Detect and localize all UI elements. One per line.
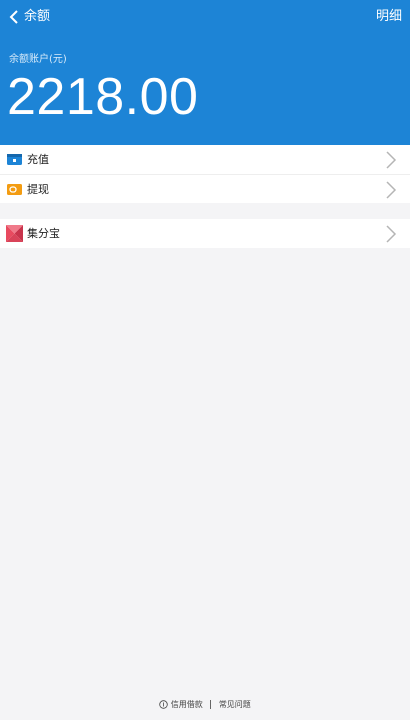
top-bar: 余额 明细: [0, 0, 410, 34]
account-label: 余额账户(元): [9, 54, 67, 65]
withdraw-label: 提现: [27, 183, 49, 196]
recharge-label: 充值: [27, 153, 49, 166]
jifenbao-label: 集分宝: [27, 227, 60, 240]
jifenbao-icon: [6, 225, 23, 242]
actions-card: 充值 提现: [0, 145, 410, 203]
footer-divider: [210, 700, 212, 709]
page-title: 余额: [24, 9, 51, 24]
chevron-right-icon: [386, 225, 397, 243]
chevron-right-icon: [386, 181, 397, 199]
detail-button[interactable]: 明细: [376, 8, 402, 26]
chevron-right-icon: [386, 151, 397, 169]
footer-links: 信用借款 常见问题: [0, 699, 410, 710]
agreement-link[interactable]: 信用借款: [171, 700, 203, 709]
jifenbao-row[interactable]: 集分宝: [0, 219, 410, 248]
balance-amount: 2218.00: [7, 68, 199, 126]
recharge-row[interactable]: 充值: [0, 145, 410, 174]
chevron-left-icon: [9, 10, 18, 24]
faq-link[interactable]: 常见问题: [219, 700, 251, 709]
withdraw-row[interactable]: 提现: [0, 174, 410, 203]
back-button[interactable]: [4, 6, 24, 28]
wallet-withdraw-icon: [7, 184, 22, 195]
balance-header: 余额 明细 余额账户(元) 2218.00: [0, 0, 410, 145]
shield-icon: [159, 700, 168, 709]
extras-card: 集分宝: [0, 219, 410, 248]
wallet-recharge-icon: [7, 154, 22, 165]
